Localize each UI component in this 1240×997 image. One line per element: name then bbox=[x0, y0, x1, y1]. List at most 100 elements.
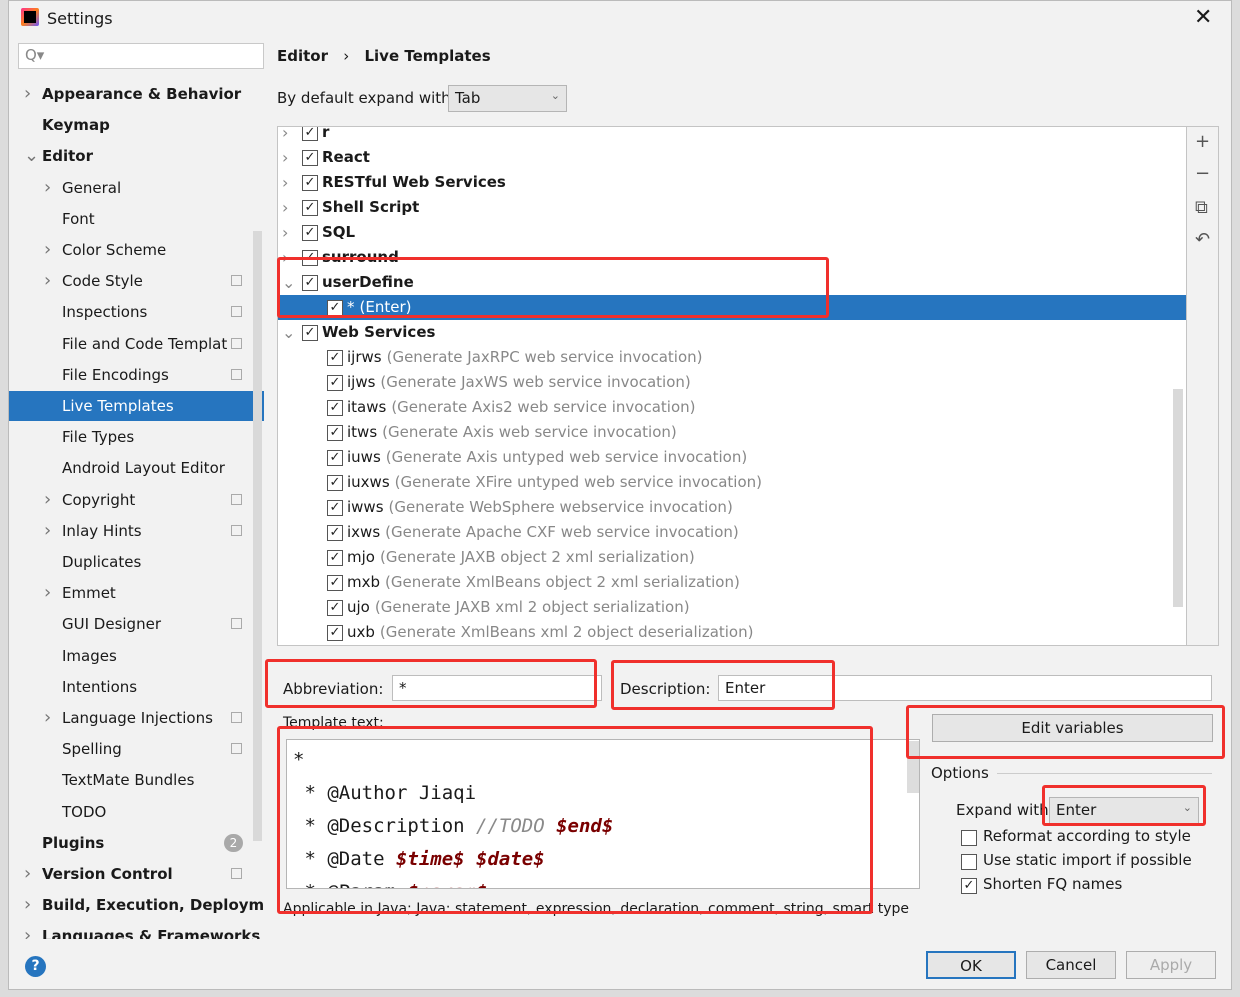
template-group-row[interactable]: › ✓ RESTful Web Services bbox=[278, 170, 1186, 195]
sidebar-item[interactable]: Images bbox=[9, 641, 264, 671]
chevron-down-icon[interactable]: ⌄ bbox=[282, 320, 295, 345]
sidebar-scrollbar[interactable] bbox=[253, 231, 262, 841]
checkbox[interactable]: ✓ bbox=[327, 625, 343, 641]
edit-variables-button[interactable]: Edit variables bbox=[932, 714, 1213, 742]
shorten-fq-checkbox[interactable]: ✓ Shorten FQ names bbox=[961, 875, 1122, 894]
sidebar-item[interactable]: Font bbox=[9, 204, 264, 234]
checkbox[interactable]: ✓ bbox=[302, 325, 318, 341]
help-icon[interactable]: ? bbox=[25, 956, 46, 977]
sidebar-item[interactable]: Intentions bbox=[9, 672, 264, 702]
chevron-right-icon[interactable]: › bbox=[24, 890, 31, 920]
template-group-row[interactable]: › ✓ SQL bbox=[278, 220, 1186, 245]
chevron-right-icon[interactable]: › bbox=[282, 170, 288, 195]
add-icon[interactable]: + bbox=[1195, 131, 1210, 152]
sidebar-item[interactable]: File and Code Templat bbox=[9, 329, 264, 359]
checkbox[interactable]: ✓ bbox=[302, 150, 318, 166]
chevron-right-icon[interactable]: › bbox=[44, 578, 51, 608]
checkbox[interactable] bbox=[961, 830, 977, 846]
checkbox[interactable]: ✓ bbox=[302, 200, 318, 216]
breadcrumb-parent[interactable]: Editor bbox=[277, 47, 328, 65]
sidebar-item[interactable]: TextMate Bundles bbox=[9, 765, 264, 795]
close-icon[interactable]: ✕ bbox=[1194, 5, 1212, 30]
sidebar-item[interactable]: File Encodings bbox=[9, 360, 264, 390]
sidebar-item[interactable]: Plugins 2 bbox=[9, 828, 264, 858]
sidebar-item[interactable]: › Build, Execution, Deploym bbox=[9, 890, 264, 920]
checkbox[interactable]: ✓ bbox=[327, 300, 343, 316]
expand-select[interactable]: Tab ⌄ bbox=[448, 85, 567, 112]
sidebar-item[interactable]: › General bbox=[9, 173, 264, 203]
template-row[interactable]: ✓ iwws (Generate WebSphere webservice invo… bbox=[278, 495, 1186, 520]
remove-icon[interactable]: − bbox=[1195, 163, 1210, 184]
sidebar-item[interactable]: Live Templates bbox=[9, 391, 264, 421]
template-row[interactable]: ✓ iuxws (Generate XFire untyped web servic… bbox=[278, 470, 1186, 495]
chevron-right-icon[interactable]: › bbox=[282, 245, 288, 270]
chevron-down-icon[interactable]: ⌄ bbox=[24, 141, 39, 171]
checkbox[interactable]: ✓ bbox=[327, 425, 343, 441]
checkbox[interactable]: ✓ bbox=[327, 375, 343, 391]
chevron-right-icon[interactable]: › bbox=[24, 921, 31, 939]
chevron-right-icon[interactable]: › bbox=[282, 220, 288, 245]
template-row[interactable]: ✓ ixws (Generate Apache CXF web service in… bbox=[278, 520, 1186, 545]
chevron-down-icon[interactable]: ⌄ bbox=[282, 270, 295, 295]
sidebar-item[interactable]: › Language Injections bbox=[9, 703, 264, 733]
chevron-right-icon[interactable]: › bbox=[44, 516, 51, 546]
static-import-checkbox[interactable]: Use static import if possible bbox=[961, 851, 1192, 870]
checkbox[interactable]: ✓ bbox=[327, 450, 343, 466]
template-row[interactable]: ✓ mxb (Generate XmlBeans object 2 xml seri… bbox=[278, 570, 1186, 595]
sidebar-item[interactable]: Inspections bbox=[9, 297, 264, 327]
sidebar-item[interactable]: › Color Scheme bbox=[9, 235, 264, 265]
abbreviation-input[interactable]: * bbox=[392, 675, 602, 701]
template-row[interactable]: ✓ ijws (Generate JaxWS web service invocat… bbox=[278, 370, 1186, 395]
chevron-right-icon[interactable]: › bbox=[44, 485, 51, 515]
chevron-right-icon[interactable]: › bbox=[44, 266, 51, 296]
sidebar-item[interactable]: Spelling bbox=[9, 734, 264, 764]
template-group-row[interactable]: › ✓ Shell Script bbox=[278, 195, 1186, 220]
template-scrollbar[interactable] bbox=[907, 741, 919, 793]
checkbox[interactable]: ✓ bbox=[302, 175, 318, 191]
chevron-right-icon[interactable]: › bbox=[44, 173, 51, 203]
chevron-right-icon[interactable]: › bbox=[44, 235, 51, 265]
reformat-checkbox[interactable]: Reformat according to style bbox=[961, 827, 1191, 846]
sidebar-item[interactable]: GUI Designer bbox=[9, 609, 264, 639]
chevron-right-icon[interactable]: › bbox=[282, 195, 288, 220]
chevron-right-icon[interactable]: › bbox=[24, 79, 31, 109]
sidebar-item[interactable]: Keymap bbox=[9, 110, 264, 140]
sidebar-item[interactable]: › Inlay Hints bbox=[9, 516, 264, 546]
cancel-button[interactable]: Cancel bbox=[1026, 951, 1116, 979]
checkbox[interactable]: ✓ bbox=[327, 400, 343, 416]
applicable-contexts-link[interactable]: Applicable in Java; Java: statement, exp… bbox=[283, 901, 923, 917]
sidebar-item[interactable]: › Languages & Frameworks bbox=[9, 921, 264, 939]
search-input[interactable]: Q▾ bbox=[18, 43, 264, 69]
sidebar-item[interactable]: › Appearance & Behavior bbox=[9, 79, 264, 109]
template-group-row[interactable]: › ✓ r bbox=[278, 127, 1186, 145]
template-row[interactable]: ✓ itws (Generate Axis web service invocati… bbox=[278, 420, 1186, 445]
template-group-row[interactable]: ⌄ ✓ Web Services bbox=[278, 320, 1186, 345]
template-row[interactable]: ✓ iuws (Generate Axis untyped web service … bbox=[278, 445, 1186, 470]
template-group-row[interactable]: ⌄ ✓ userDefine bbox=[278, 270, 1186, 295]
sidebar-item[interactable]: › Emmet bbox=[9, 578, 264, 608]
checkbox[interactable]: ✓ bbox=[302, 250, 318, 266]
checkbox[interactable]: ✓ bbox=[327, 500, 343, 516]
sidebar-item[interactable]: › Code Style bbox=[9, 266, 264, 296]
sidebar-item[interactable]: › Copyright bbox=[9, 485, 264, 515]
checkbox[interactable] bbox=[961, 854, 977, 870]
template-group-row[interactable]: ›✓xsl bbox=[278, 645, 1186, 646]
checkbox[interactable]: ✓ bbox=[961, 878, 977, 894]
sidebar-item[interactable]: › Version Control bbox=[9, 859, 264, 889]
sidebar-item[interactable]: TODO bbox=[9, 797, 264, 827]
template-row[interactable]: ✓ mjo (Generate JAXB object 2 xml serializ… bbox=[278, 545, 1186, 570]
apply-button[interactable]: Apply bbox=[1126, 951, 1216, 979]
chevron-right-icon[interactable]: › bbox=[282, 145, 288, 170]
checkbox[interactable]: ✓ bbox=[327, 550, 343, 566]
ok-button[interactable]: OK bbox=[926, 951, 1016, 979]
sidebar-item[interactable]: ⌄ Editor bbox=[9, 141, 264, 171]
checkbox[interactable]: ✓ bbox=[302, 275, 318, 291]
revert-icon[interactable]: ↶ bbox=[1195, 229, 1210, 250]
chevron-right-icon[interactable]: › bbox=[44, 703, 51, 733]
checkbox[interactable]: ✓ bbox=[302, 127, 318, 141]
checkbox[interactable]: ✓ bbox=[302, 225, 318, 241]
sidebar-item[interactable]: Duplicates bbox=[9, 547, 264, 577]
template-row[interactable]: ✓ ijrws (Generate JaxRPC web service invoc… bbox=[278, 345, 1186, 370]
sidebar-item[interactable]: File Types bbox=[9, 422, 264, 452]
checkbox[interactable]: ✓ bbox=[327, 475, 343, 491]
